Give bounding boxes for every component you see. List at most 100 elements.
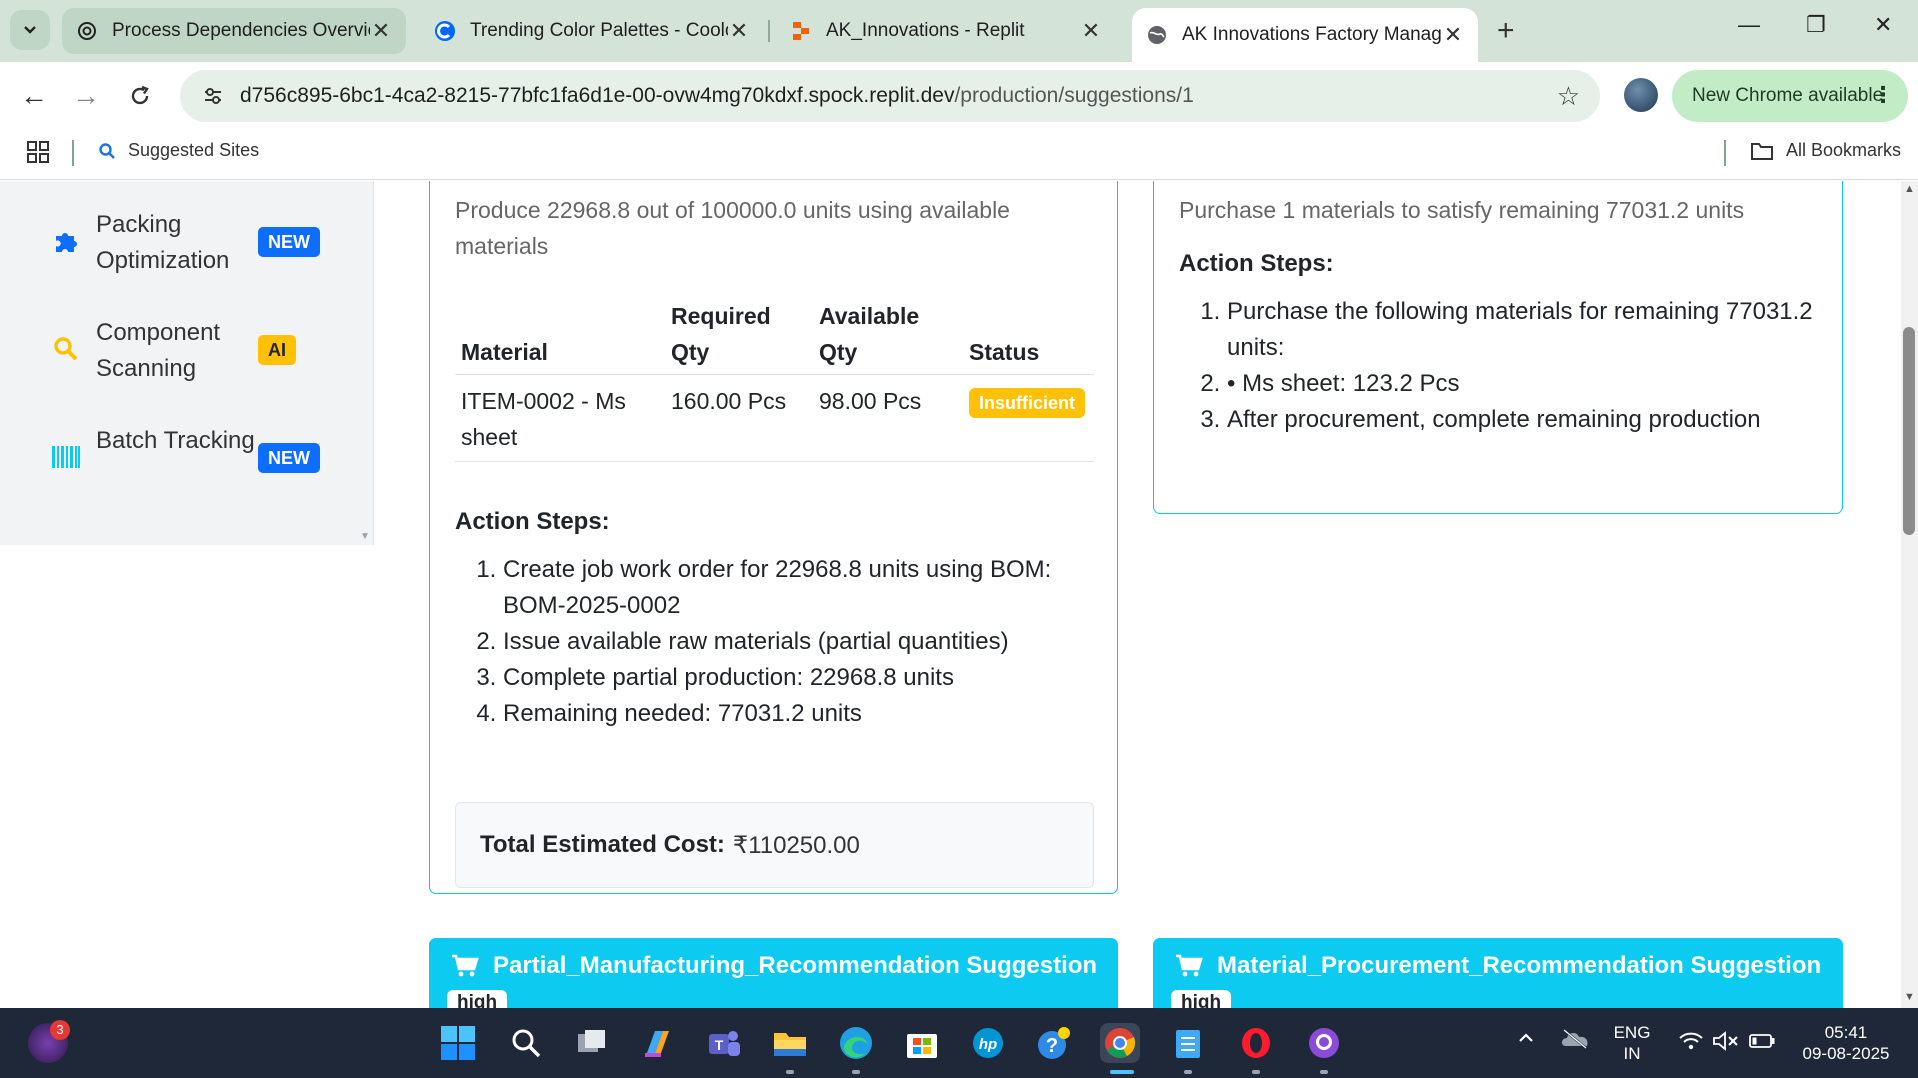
svg-text:T: T: [715, 1037, 724, 1053]
chrome-icon[interactable]: [1100, 1023, 1140, 1063]
running-indicator: [786, 1070, 794, 1074]
copilot-icon[interactable]: [638, 1023, 678, 1063]
back-button[interactable]: ←: [14, 76, 54, 116]
tab-title: Trending Color Palettes - Coolors: [470, 20, 728, 41]
bookmark-separator: [72, 140, 74, 166]
windows-start-icon[interactable]: [438, 1023, 478, 1063]
total-cost-value: ₹110250.00: [732, 831, 860, 859]
required-qty-cell: 160.00 Pcs: [665, 374, 813, 462]
replit-icon: [790, 20, 812, 42]
scroll-up-icon[interactable]: ▲: [1904, 183, 1915, 195]
restore-button[interactable]: ❐: [1806, 12, 1826, 38]
search-icon[interactable]: [506, 1023, 546, 1063]
tab-title: AK Innovations Factory Management: [1182, 24, 1442, 45]
sidebar-scroll-down-icon[interactable]: ▼: [360, 531, 370, 542]
new-badge: NEW: [258, 227, 320, 257]
all-bookmarks-button[interactable]: All Bookmarks: [1750, 140, 1901, 161]
column-header: Required Qty: [665, 298, 813, 375]
sidebar-item-batch-tracking[interactable]: Batch Tracking NEW: [0, 409, 374, 509]
close-icon[interactable]: ✕: [1442, 22, 1464, 48]
running-indicator: [852, 1070, 860, 1074]
chevron-down-icon: [24, 26, 36, 34]
file-explorer-icon[interactable]: [770, 1023, 810, 1063]
reload-button[interactable]: [120, 76, 160, 116]
tab-search-button[interactable]: [10, 10, 50, 50]
suggestion-title: Partial_Manufacturing_Recommendation Sug…: [451, 952, 1097, 980]
task-view-icon[interactable]: [572, 1023, 612, 1063]
sidebar-item-component-scanning[interactable]: Component Scanning AI: [0, 301, 374, 401]
microsoft-store-icon[interactable]: [902, 1023, 942, 1063]
battery-icon[interactable]: [1748, 1032, 1776, 1055]
running-indicator: [1320, 1070, 1328, 1074]
notepad-icon[interactable]: [1168, 1023, 1208, 1063]
running-indicator: [1184, 1070, 1192, 1074]
tab-process-dependencies[interactable]: Process Dependencies Overview ✕: [62, 8, 406, 54]
clock-time: 05:41: [1824, 1023, 1868, 1042]
suggestion-card-header[interactable]: Material_Procurement_Recommendation Sugg…: [1153, 938, 1843, 1008]
close-icon[interactable]: ✕: [1080, 18, 1102, 44]
tab-coolors[interactable]: Trending Color Palettes - Coolors ✕: [420, 8, 764, 54]
column-header: Material: [455, 298, 665, 375]
bookmark-separator: [1724, 140, 1726, 166]
site-settings-icon[interactable]: [192, 84, 234, 108]
barcode-icon: [50, 441, 82, 473]
suggestion-card-header[interactable]: Partial_Manufacturing_Recommendation Sug…: [429, 938, 1118, 1008]
page-scrollbar[interactable]: ▲ ▼: [1901, 181, 1918, 1008]
suggestion-title: Material_Procurement_Recommendation Sugg…: [1175, 952, 1821, 980]
apps-grid-icon[interactable]: [26, 140, 50, 169]
suggestion-title-text: Partial_Manufacturing_Recommendation Sug…: [493, 952, 1098, 979]
material-procurement-card: Purchase 1 materials to satisfy remainin…: [1153, 181, 1843, 514]
list-item: Create job work order for 22968.8 units …: [503, 552, 1075, 624]
suggestion-title-text: Material_Procurement_Recommendation Sugg…: [1217, 952, 1822, 979]
folder-icon: [1751, 142, 1773, 160]
scroll-down-icon[interactable]: ▼: [1904, 991, 1915, 1003]
priority-badge: high: [1171, 990, 1232, 1008]
new-tab-button[interactable]: +: [1497, 14, 1515, 48]
materials-table: Material Required Qty Available Qty Stat…: [455, 298, 1094, 462]
clock-date: 09-08-2025: [1802, 1044, 1890, 1063]
update-label: New Chrome available: [1692, 85, 1884, 106]
puzzle-icon: [50, 225, 82, 257]
onedrive-icon[interactable]: [1560, 1028, 1590, 1055]
svg-text:?: ?: [1046, 1035, 1058, 1057]
cart-icon: [452, 954, 479, 977]
chevron-up-icon[interactable]: [1516, 1028, 1536, 1053]
profile-avatar[interactable]: [1624, 78, 1658, 112]
sidebar-item-packing-optimization[interactable]: Packing Optimization NEW: [0, 193, 374, 293]
clock[interactable]: 05:41 09-08-2025: [1790, 1022, 1902, 1064]
card-summary: Purchase 1 materials to satisfy remainin…: [1179, 197, 1745, 223]
hp-icon[interactable]: hp: [968, 1023, 1008, 1063]
running-indicator: [1252, 1070, 1260, 1074]
tab-ak-innovations[interactable]: AK Innovations Factory Management ✕: [1132, 8, 1478, 62]
active-indicator: [1110, 1070, 1134, 1074]
table-row: ITEM-0002 - Ms sheet 160.00 Pcs 98.00 Pc…: [455, 374, 1094, 462]
list-item: • Ms sheet: 123.2 Pcs: [1227, 366, 1819, 402]
help-icon[interactable]: ?: [1034, 1023, 1074, 1063]
forward-button[interactable]: →: [66, 76, 106, 116]
close-window-button[interactable]: ✕: [1874, 12, 1892, 38]
edge-icon[interactable]: [836, 1023, 876, 1063]
scrollbar-thumb[interactable]: [1903, 327, 1915, 535]
new-badge: NEW: [258, 443, 320, 473]
minimize-button[interactable]: —: [1738, 12, 1760, 38]
address-bar[interactable]: d756c895-6bc1-4ca2-8215-77bfc1fa6d1e-00-…: [180, 70, 1600, 122]
opera-icon[interactable]: [1236, 1023, 1276, 1063]
volume-muted-icon[interactable]: [1712, 1030, 1740, 1057]
language-line: ENG: [1613, 1023, 1651, 1042]
bookmark-suggested-sites[interactable]: Suggested Sites: [98, 140, 259, 161]
list-item: Complete partial production: 22968.8 uni…: [503, 660, 1075, 696]
close-icon[interactable]: ✕: [370, 18, 392, 44]
tab-title: Process Dependencies Overview: [112, 20, 370, 41]
bookmark-star-icon[interactable]: ☆: [1557, 81, 1580, 112]
teams-icon[interactable]: T: [704, 1023, 744, 1063]
close-icon[interactable]: ✕: [728, 18, 750, 44]
reload-icon: [131, 85, 149, 105]
language-indicator[interactable]: ENG IN: [1612, 1022, 1652, 1064]
wifi-icon[interactable]: [1678, 1030, 1704, 1057]
update-chrome-button[interactable]: New Chrome available ⋮: [1672, 70, 1908, 122]
github-icon[interactable]: [1304, 1023, 1344, 1063]
tab-replit[interactable]: AK_Innovations - Replit ✕: [776, 8, 1116, 54]
sidebar-item-label: Component Scanning: [96, 319, 221, 382]
url-path: /production/suggestions/1: [954, 84, 1194, 107]
list-item: After procurement, complete remaining pr…: [1227, 402, 1819, 438]
